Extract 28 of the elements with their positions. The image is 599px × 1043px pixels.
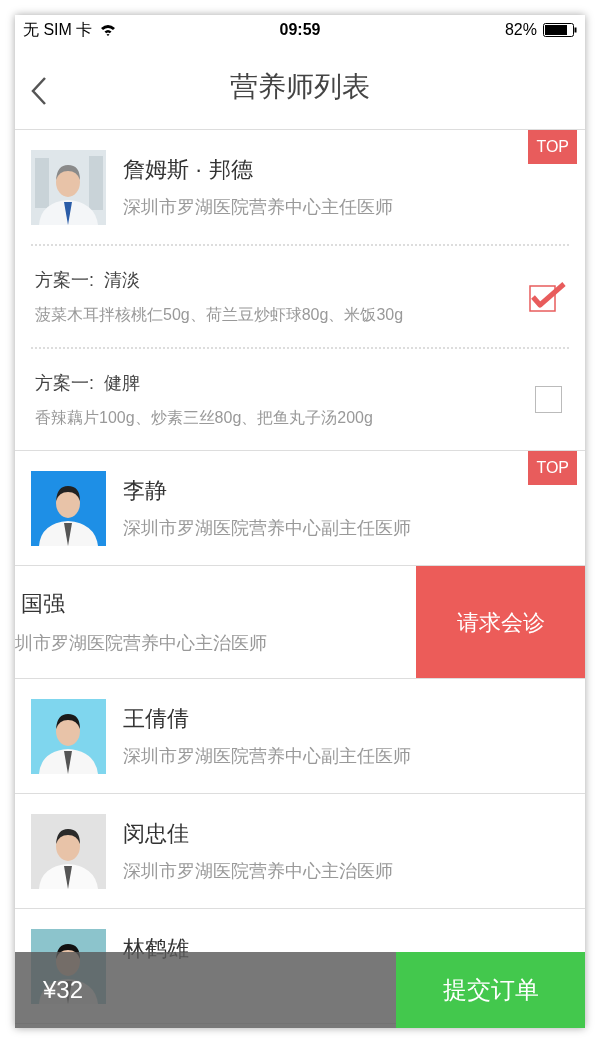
plan-name: 方案一: 健脾 <box>35 371 141 395</box>
doctor-name: 詹姆斯 · 邦德 <box>123 156 254 184</box>
plan-items: 菠菜木耳拌核桃仁50g、荷兰豆炒虾球80g、米饭30g <box>35 304 405 325</box>
plan-name: 方案一: 清淡 <box>35 268 141 292</box>
doctor-title: 深圳市罗湖医院营养中心副主任医师 <box>123 517 411 540</box>
doctor-title: 深圳市罗湖医院营养中心主治医师 <box>123 860 393 883</box>
total-price: ¥32 <box>43 975 84 1005</box>
submit-order-button[interactable]: 提交订单 <box>396 952 585 1028</box>
doctor-title: 圳市罗湖医院营养中心主治医师 <box>15 632 268 655</box>
page-title: 营养师列表 <box>230 70 370 104</box>
consult-button[interactable]: 请求会诊 <box>416 566 585 678</box>
doctor-name: 王倩倩 <box>123 705 190 733</box>
checkbox[interactable] <box>534 386 562 413</box>
battery-icon <box>543 23 577 37</box>
back-icon[interactable] <box>31 77 47 105</box>
status-time: 09:59 <box>279 20 321 40</box>
wifi-icon <box>100 24 117 36</box>
top-badge: TOP <box>528 130 577 164</box>
doctor-name: 国强 <box>20 590 66 618</box>
plan-items: 香辣藕片100g、炒素三丝80g、把鱼丸子汤200g <box>35 407 374 428</box>
doctor-title: 深圳市罗湖医院营养中心主任医师 <box>123 196 393 219</box>
doctor-title: 深圳市罗湖医院营养中心副主任医师 <box>123 745 411 768</box>
battery-percent: 82% <box>504 20 537 40</box>
doctor-name: 闵忠佳 <box>123 820 190 848</box>
carrier-label: 无 SIM 卡 <box>23 20 93 40</box>
checkbox[interactable] <box>529 281 567 312</box>
top-badge: TOP <box>528 451 577 485</box>
doctor-name: 李静 <box>123 477 168 505</box>
